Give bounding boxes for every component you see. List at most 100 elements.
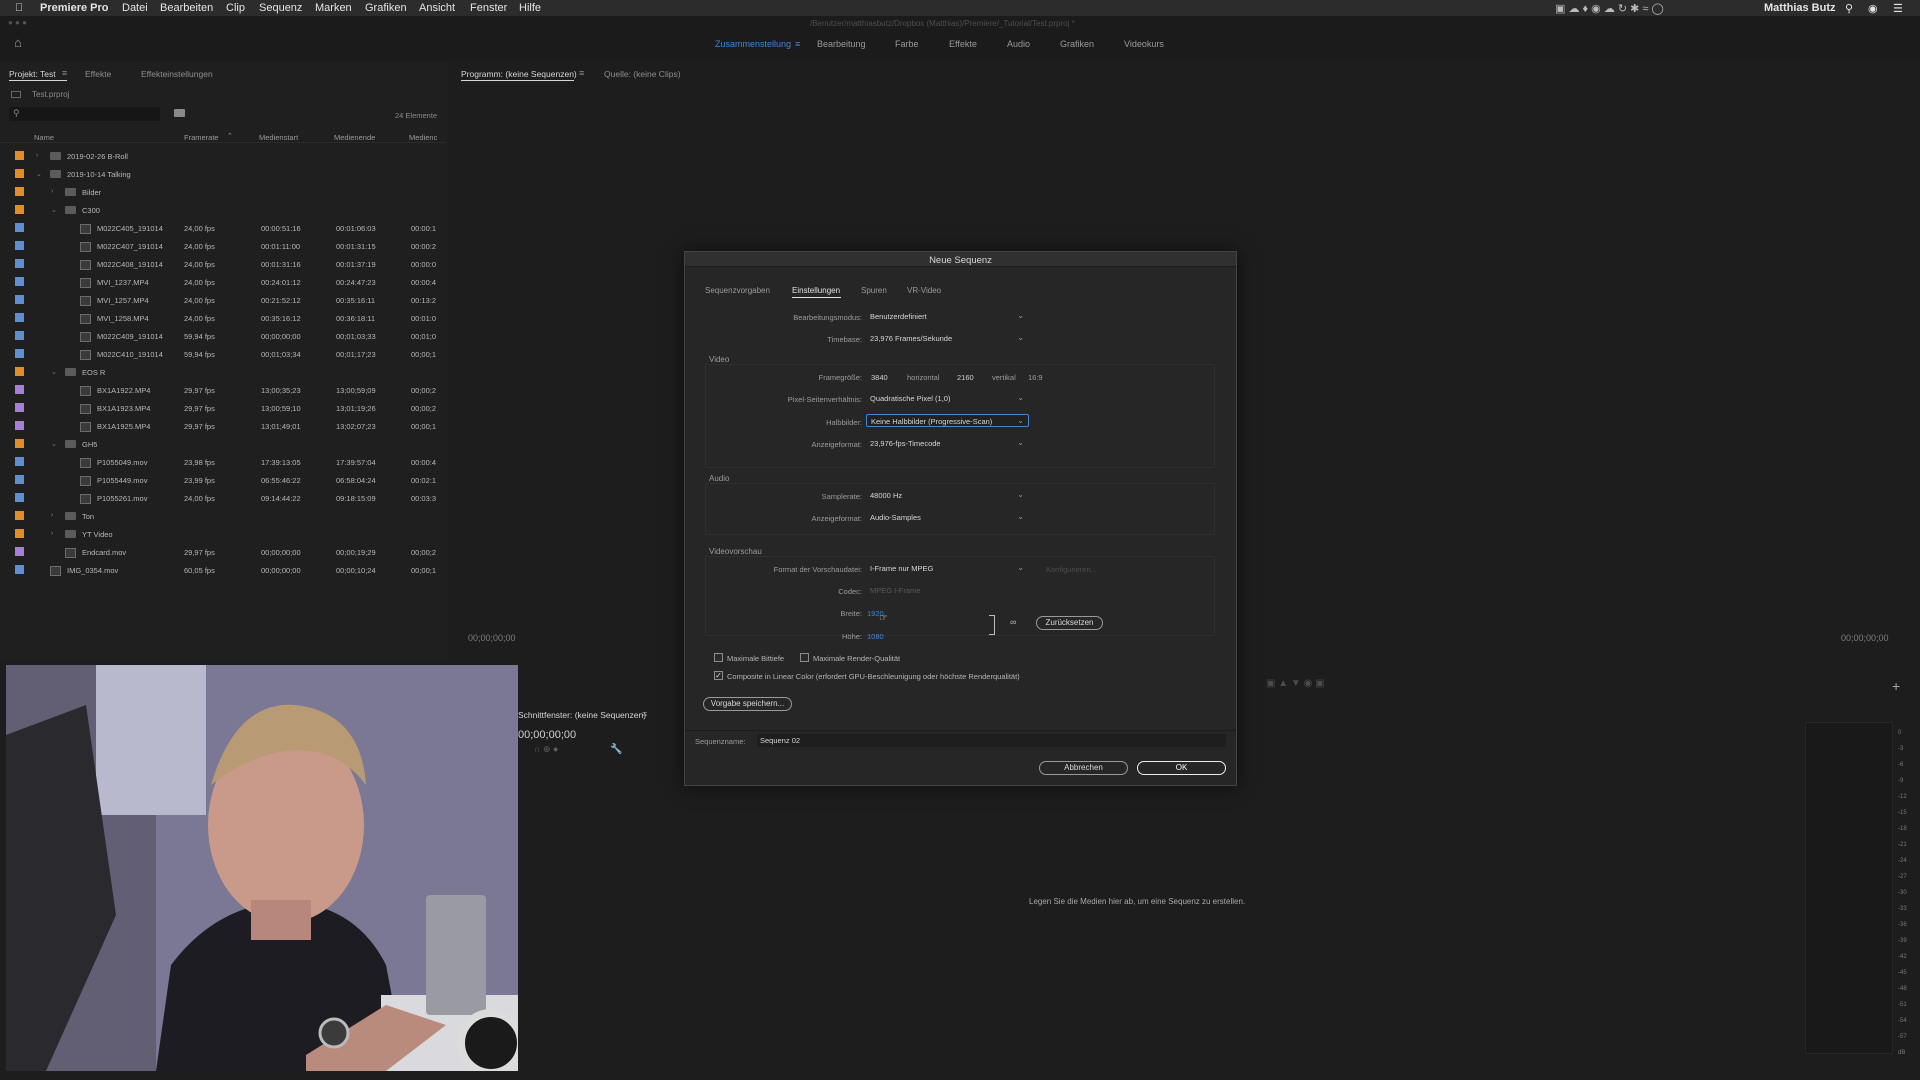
color-label-swatch[interactable] (15, 277, 24, 286)
frame-width-input[interactable]: 3840 (871, 373, 888, 382)
color-label-swatch[interactable] (15, 529, 24, 538)
menu-hilfe[interactable]: Hilfe (519, 2, 541, 14)
column-medienende[interactable]: Medienende (334, 133, 375, 142)
chevron-right-icon[interactable]: › (51, 188, 53, 195)
codec-select[interactable]: MPEG I-Frame (866, 584, 1028, 597)
bin-row[interactable]: ⌄ C300 (0, 201, 446, 219)
chevron-right-icon[interactable]: › (51, 530, 53, 537)
menu-fenster[interactable]: Fenster (470, 2, 507, 14)
frame-height-input[interactable]: 2160 (957, 373, 974, 382)
add-button-icon[interactable]: + (1892, 678, 1900, 694)
workspace-grafiken[interactable]: Grafiken (1060, 39, 1094, 49)
wrench-icon[interactable]: 🔧 (610, 744, 622, 755)
color-label-swatch[interactable] (15, 169, 24, 178)
column-name[interactable]: Name (34, 133, 54, 142)
tab-effekte[interactable]: Effekte (85, 69, 111, 79)
tab-sequenzvorgaben[interactable]: Sequenzvorgaben (705, 286, 770, 295)
clip-row[interactable]: P1055449.mov 23,99 fps 06:55:46:22 06:58:04… (0, 471, 446, 489)
clip-row[interactable]: MVI_1257.MP4 24,00 fps 00:21:52:12 00:35:16… (0, 291, 446, 309)
search-icon[interactable]: ⚲ (1845, 2, 1853, 15)
clip-row[interactable]: M022C405_191014 24,00 fps 00:00:51:16 00:01… (0, 219, 446, 237)
chain-link-icon[interactable]: ∞ (1010, 617, 1016, 627)
save-preset-button[interactable]: Vorgabe speichern... (703, 697, 792, 711)
clip-row[interactable]: M022C410_191014 59,94 fps 00;01;03;34 00;01… (0, 345, 446, 363)
clip-row[interactable]: MVI_1237.MP4 24,00 fps 00:24:01:12 00:24:47… (0, 273, 446, 291)
menu-grafiken[interactable]: Grafiken (365, 2, 407, 14)
timebase-select[interactable]: 23,976 Frames/Sekunde ⌄ (866, 332, 1028, 345)
halbbilder-select[interactable]: Keine Halbbilder (Progressive-Scan) ⌄ (866, 414, 1029, 427)
sequenzname-input[interactable]: Sequenz 02 (757, 734, 1226, 747)
tab-schnittfenster[interactable]: Schnittfenster: (keine Sequenzen) (518, 710, 646, 720)
clip-row[interactable]: MVI_1258.MP4 24,00 fps 00:35:16:12 00:36:18… (0, 309, 446, 327)
tab-projekt[interactable]: Projekt: Test (9, 69, 56, 79)
column-framerate[interactable]: Framerate (184, 133, 219, 142)
color-label-swatch[interactable] (15, 187, 24, 196)
transport-controls[interactable]: ▣ ▲ ▼ ◉ ▣ (1266, 678, 1325, 689)
samplerate-select[interactable]: 48000 Hz ⌄ (866, 489, 1028, 502)
bin-row[interactable]: › 2019-02-26 B-Roll (0, 147, 446, 165)
workspace-bearbeitung[interactable]: Bearbeitung (817, 39, 866, 49)
dialog-titlebar[interactable]: Neue Sequenz (685, 252, 1236, 267)
timeline-tools[interactable]: ∩ ⊕ ● (534, 744, 558, 755)
chevron-down-icon[interactable]: ⌄ (51, 368, 57, 376)
color-label-swatch[interactable] (15, 511, 24, 520)
color-label-swatch[interactable] (15, 367, 24, 376)
workspace-zusammenstellung[interactable]: Zusammenstellung (715, 39, 791, 49)
notification-icon[interactable]: ☰ (1893, 2, 1903, 15)
timeline-timecode[interactable]: 00;00;00;00 (518, 729, 576, 741)
bin-row[interactable]: ⌄ EOS R (0, 363, 446, 381)
menu-bearbeiten[interactable]: Bearbeiten (160, 2, 213, 14)
color-label-swatch[interactable] (15, 493, 24, 502)
column-medienstart[interactable]: Medienstart (259, 133, 298, 142)
anzeigeformat-video-select[interactable]: 23,976-fps-Timecode ⌄ (866, 437, 1028, 450)
program-timecode-left[interactable]: 00;00;00;00 (468, 633, 516, 643)
clip-row[interactable]: M022C407_191014 24,00 fps 00:01:11:00 00:01… (0, 237, 446, 255)
menu-marken[interactable]: Marken (315, 2, 352, 14)
clip-row[interactable]: Endcard.mov 29,97 fps 00;00;00;00 00;00;19;… (0, 543, 446, 561)
tab-einstellungen[interactable]: Einstellungen (792, 286, 840, 295)
bin-row[interactable]: ⌄ 2019-10-14 Talking (0, 165, 446, 183)
panel-menu-icon[interactable]: ≡ (579, 68, 584, 78)
color-label-swatch[interactable] (15, 457, 24, 466)
panel-menu-icon[interactable]: ≡ (62, 68, 67, 78)
max-render-checkbox[interactable] (800, 653, 809, 662)
apple-icon[interactable]:  (15, 2, 23, 14)
workspace-audio[interactable]: Audio (1007, 39, 1030, 49)
color-label-swatch[interactable] (15, 403, 24, 412)
workspace-effekte[interactable]: Effekte (949, 39, 977, 49)
column-mediendauer[interactable]: Medienc (409, 133, 437, 142)
clip-row[interactable]: IMG_0354.mov 60,05 fps 00;00;00;00 00;00;10… (0, 561, 446, 579)
menu-ansicht[interactable]: Ansicht (419, 2, 455, 14)
color-label-swatch[interactable] (15, 223, 24, 232)
color-label-swatch[interactable] (15, 241, 24, 250)
clip-row[interactable]: P1055261.mov 24,00 fps 09:14:44:22 09:18:15… (0, 489, 446, 507)
siri-icon[interactable]: ◉ (1868, 2, 1878, 15)
menu-clip[interactable]: Clip (226, 2, 245, 14)
color-label-swatch[interactable] (15, 205, 24, 214)
color-label-swatch[interactable] (15, 259, 24, 268)
clip-row[interactable]: M022C409_191014 59,94 fps 00;00;00;00 00;01… (0, 327, 446, 345)
cancel-button[interactable]: Abbrechen (1039, 761, 1128, 775)
clip-row[interactable]: P1055049.mov 23,98 fps 17:39:13:05 17:39:57… (0, 453, 446, 471)
konfigurieren-button[interactable]: Konfigurieren... (1046, 565, 1097, 574)
color-label-swatch[interactable] (15, 475, 24, 484)
tab-effekteinstellungen[interactable]: Effekteinstellungen (141, 69, 213, 79)
color-label-swatch[interactable] (15, 349, 24, 358)
reset-button[interactable]: Zurücksetzen (1036, 616, 1103, 630)
ok-button[interactable]: OK (1137, 761, 1226, 775)
pixel-aspect-select[interactable]: Quadratische Pixel (1,0) ⌄ (866, 392, 1028, 405)
status-icons[interactable]: ▣ ☁ ♦ ◉ ☁ ↻ ✱ ≈ ◯ (1555, 2, 1664, 15)
max-bittiefe-checkbox[interactable] (714, 653, 723, 662)
color-label-swatch[interactable] (15, 439, 24, 448)
chevron-down-icon[interactable]: ⌄ (51, 206, 57, 214)
user-name[interactable]: Matthias Butz (1764, 2, 1836, 14)
workspace-videokurs[interactable]: Videokurs (1124, 39, 1164, 49)
chevron-down-icon[interactable]: ⌄ (36, 170, 42, 178)
chevron-down-icon[interactable]: ⌄ (51, 440, 57, 448)
tab-quelle[interactable]: Quelle: (keine Clips) (604, 69, 681, 79)
color-label-swatch[interactable] (15, 547, 24, 556)
tab-vr-video[interactable]: VR-Video (907, 286, 941, 295)
clip-row[interactable]: BX1A1923.MP4 29,97 fps 13;00;59;10 13;01;19… (0, 399, 446, 417)
window-controls[interactable]: ● ● ● (8, 18, 27, 27)
app-menu[interactable]: Premiere Pro (40, 2, 108, 14)
